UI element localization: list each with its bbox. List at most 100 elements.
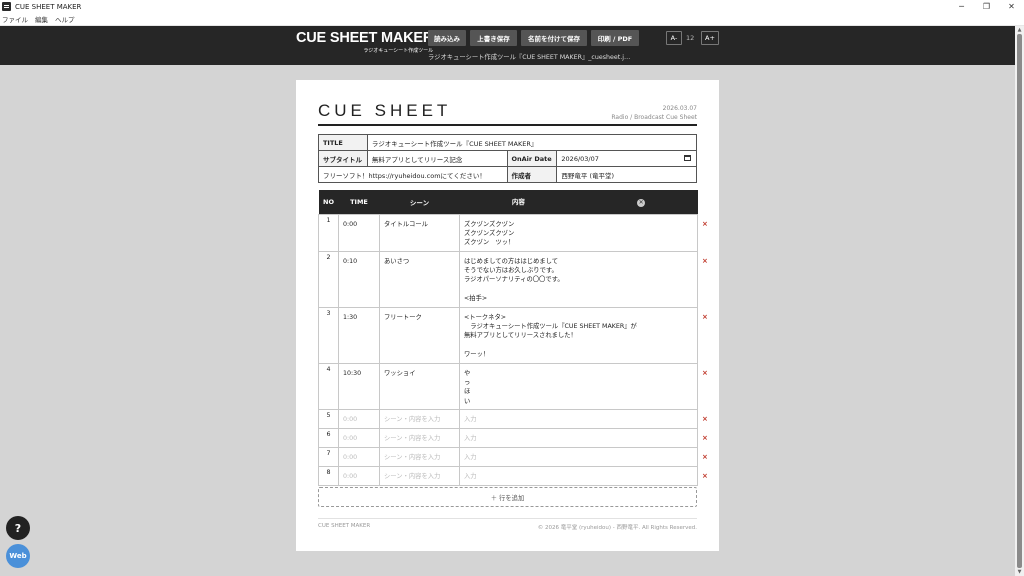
menu-help[interactable]: ヘルプ (55, 14, 75, 24)
font-increase-button[interactable]: A+ (701, 31, 719, 45)
scroll-thumb[interactable] (1017, 34, 1022, 568)
window-title: CUE SHEET MAKER (15, 2, 82, 11)
table-row: 1 0:00 タイトルコール ズクヅンズクヅン ズクヅンズクヅン ズクヅン ツッ… (318, 213, 698, 252)
row-time-input[interactable]: 0:00 (338, 427, 380, 448)
menu-edit[interactable]: 編集 (35, 14, 48, 24)
row-time-input[interactable]: 0:00 (338, 465, 380, 486)
row-no: 8 (318, 465, 339, 486)
sheet-title: CUE SHEET (318, 101, 452, 120)
title-label: TITLE (318, 134, 368, 151)
scroll-down-icon[interactable]: ▼ (1015, 568, 1024, 576)
load-button[interactable]: 読み込み (428, 30, 466, 46)
note-input[interactable]: フリーソフト！https://ryuheidou.comにてください！ (318, 166, 508, 183)
delete-row-icon[interactable]: × (702, 257, 708, 265)
footer-copyright: © 2026 竜平堂 (ryuheidou) - 西野竜平. All Right… (537, 525, 697, 531)
sheet-date-block: 2026.03.07 Radio / Broadcast Cue Sheet (611, 104, 697, 122)
font-decrease-button[interactable]: A- (666, 31, 682, 45)
current-filename: ラジオキューシート作成ツール『CUE SHEET MAKER』_cuesheet… (428, 54, 631, 61)
row-time-input[interactable]: 0:00 (338, 446, 380, 467)
web-button[interactable]: Web (6, 544, 30, 568)
app-icon (2, 2, 11, 11)
overwrite-save-button[interactable]: 上書き保存 (470, 30, 517, 46)
row-content-input[interactable]: や っ ほ い (459, 362, 698, 410)
row-content-input[interactable]: 入力 (459, 446, 698, 467)
menu-file[interactable]: ファイル (2, 14, 28, 24)
table-row: 5 0:00 シーン・内容を入力 入力 (318, 408, 698, 429)
page-scrollbar[interactable]: ▲ ▼ (1015, 26, 1024, 576)
row-scene-input[interactable]: タイトルコール (379, 213, 460, 252)
app-logo: CUE SHEET MAKER ラジオキューシート作成ツール (296, 30, 434, 55)
maximize-button[interactable]: ❐ (974, 0, 999, 13)
add-row-button[interactable]: ＋ 行を追加 (318, 487, 697, 507)
row-scene-input[interactable]: シーン・内容を入力 (379, 427, 460, 448)
delete-row-icon[interactable]: × (702, 369, 708, 377)
row-time-input[interactable]: 1:30 (338, 306, 380, 364)
clear-all-icon[interactable]: ✕ (637, 199, 646, 208)
table-row: 3 1:30 フリートーク <トークネタ> ラジオキューシート作成ツール『CUE… (318, 306, 698, 364)
table-row: 6 0:00 シーン・内容を入力 入力 (318, 427, 698, 448)
row-content-input[interactable]: <トークネタ> ラジオキューシート作成ツール『CUE SHEET MAKER』が… (459, 306, 698, 364)
row-content-input[interactable]: はじめましての方ははじめまして そうでない方はお久しぶりです。 ラジオパーソナリ… (459, 250, 698, 308)
help-button[interactable]: ? (6, 516, 30, 540)
subtitle-label: サブタイトル (318, 150, 368, 167)
row-time-input[interactable]: 0:10 (338, 250, 380, 308)
table-row: 2 0:10 あいさつ はじめましての方ははじめまして そうでない方はお久しぶり… (318, 250, 698, 308)
row-scene-input[interactable]: シーン・内容を入力 (379, 408, 460, 429)
cue-table-header: NO TIME シーン 内容 ✕ (318, 190, 698, 214)
row-content-input[interactable]: 入力 (459, 408, 698, 429)
onair-date-value: 2026/03/07 (561, 154, 599, 163)
delete-row-icon[interactable]: × (702, 415, 708, 423)
row-no: 2 (318, 250, 339, 308)
row-scene-input[interactable]: シーン・内容を入力 (379, 446, 460, 467)
row-scene-input[interactable]: シーン・内容を入力 (379, 465, 460, 486)
close-button[interactable]: ✕ (999, 0, 1024, 13)
logo-subtext: ラジオキューシート作成ツール (363, 48, 434, 54)
row-no: 5 (318, 408, 339, 429)
title-divider (318, 124, 697, 126)
row-scene-input[interactable]: ワッショイ (379, 362, 460, 410)
row-scene-input[interactable]: フリートーク (379, 306, 460, 364)
window-titlebar: CUE SHEET MAKER ─ ❐ ✕ (0, 0, 1024, 13)
delete-row-icon[interactable]: × (702, 472, 708, 480)
table-row: 8 0:00 シーン・内容を入力 入力 (318, 465, 698, 486)
col-content-label: 内容 (511, 198, 525, 207)
delete-row-icon[interactable]: × (702, 313, 708, 321)
sheet-subtitle: Radio / Broadcast Cue Sheet (611, 114, 697, 121)
table-row: 4 10:30 ワッショイ や っ ほ い (318, 362, 698, 410)
onair-date-input[interactable]: 2026/03/07 (556, 150, 697, 167)
row-time-input[interactable]: 0:00 (338, 408, 380, 429)
delete-row-icon[interactable]: × (702, 453, 708, 461)
calendar-icon[interactable] (684, 155, 691, 161)
scroll-up-icon[interactable]: ▲ (1015, 26, 1024, 34)
author-input[interactable]: 西野竜平 (竜平堂) (556, 166, 697, 183)
save-as-button[interactable]: 名前を付けて保存 (521, 30, 587, 46)
row-scene-input[interactable]: あいさつ (379, 250, 460, 308)
cue-sheet-paper: CUE SHEET 2026.03.07 Radio / Broadcast C… (296, 80, 719, 551)
footer-divider (318, 518, 697, 519)
row-time-input[interactable]: 10:30 (338, 362, 380, 410)
row-content-input[interactable]: ズクヅンズクヅン ズクヅンズクヅン ズクヅン ツッ！ (459, 213, 698, 252)
row-no: 4 (318, 362, 339, 410)
window-controls: ─ ❐ ✕ (949, 0, 1024, 13)
delete-row-icon[interactable]: × (702, 220, 708, 228)
minimize-button[interactable]: ─ (949, 0, 974, 13)
delete-row-icon[interactable]: × (702, 434, 708, 442)
sheet-date: 2026.03.07 (662, 105, 697, 112)
row-no: 3 (318, 306, 339, 364)
font-size-value: 12 (686, 34, 695, 42)
logo-text: CUE SHEET MAKER (296, 30, 434, 46)
col-scene: シーン (379, 190, 460, 214)
row-no: 6 (318, 427, 339, 448)
print-pdf-button[interactable]: 印刷 / PDF (591, 30, 639, 46)
col-no: NO (318, 190, 339, 214)
menu-bar: ファイル 編集 ヘルプ (0, 13, 1024, 26)
author-label: 作成者 (506, 166, 558, 183)
title-input[interactable]: ラジオキューシート作成ツール『CUE SHEET MAKER』 (366, 134, 698, 151)
row-content-input[interactable]: 入力 (459, 465, 698, 486)
table-row: 7 0:00 シーン・内容を入力 入力 (318, 446, 698, 467)
col-time: TIME (338, 190, 380, 214)
subtitle-input[interactable]: 無料アプリとしてリリース記念 (366, 150, 508, 167)
row-content-input[interactable]: 入力 (459, 427, 698, 448)
app-header: CUE SHEET MAKER ラジオキューシート作成ツール 読み込み 上書き保… (0, 26, 1015, 65)
row-time-input[interactable]: 0:00 (338, 213, 380, 252)
